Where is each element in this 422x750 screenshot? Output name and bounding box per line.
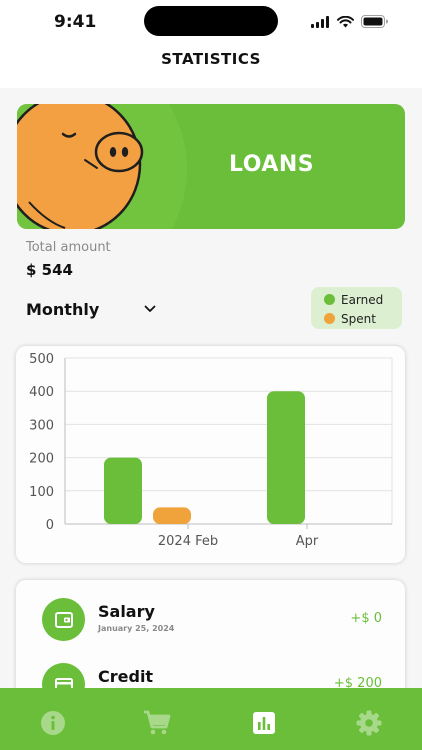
- transaction-name: Salary: [98, 602, 155, 621]
- info-icon: [41, 711, 65, 735]
- legend-label-spent: Spent: [341, 311, 376, 326]
- period-dropdown[interactable]: Monthly: [26, 296, 156, 322]
- legend-dot-earned: [324, 294, 335, 305]
- status-bar: 9:41: [0, 0, 422, 44]
- dynamic-island: [144, 6, 278, 36]
- chevron-down-icon: [144, 305, 156, 312]
- battery-icon: [361, 15, 388, 28]
- nav-item-settings[interactable]: [355, 709, 383, 737]
- y-tick-label: 300: [29, 418, 54, 433]
- bar-chart: 0 100 200 300 400 500 2024 Feb Apr: [29, 352, 393, 549]
- y-tick-label: 0: [46, 518, 54, 533]
- wifi-icon: [337, 15, 354, 27]
- total-amount-label: Total amount: [26, 240, 111, 255]
- y-tick-label: 400: [29, 385, 54, 400]
- y-tick-label: 200: [29, 452, 54, 467]
- transaction-name: Credit: [98, 667, 154, 686]
- banner-title: LOANS: [229, 152, 315, 177]
- page-title: STATISTICS: [161, 50, 261, 68]
- nav-item-cart[interactable]: [143, 709, 171, 737]
- status-time: 9:41: [54, 12, 97, 32]
- y-tick-label: 500: [29, 352, 54, 367]
- status-icons: [311, 15, 388, 28]
- bar-earned: [267, 391, 305, 524]
- legend-item-spent: Spent: [324, 309, 402, 328]
- loans-banner[interactable]: LOANS: [17, 104, 405, 229]
- wallet-icon: [42, 598, 85, 641]
- header: STATISTICS: [0, 44, 422, 88]
- gear-icon: [356, 710, 382, 736]
- chart-legend: Earned Spent: [311, 287, 402, 329]
- chart-card: 0 100 200 300 400 500 2024 Feb Apr: [16, 346, 405, 563]
- bottom-nav: [0, 688, 422, 750]
- cart-icon: [144, 710, 171, 735]
- legend-label-earned: Earned: [341, 292, 384, 307]
- nav-item-info[interactable]: [39, 709, 67, 737]
- list-item[interactable]: Salary January 25, 2024 +$ 0: [16, 598, 405, 658]
- y-tick-label: 100: [29, 485, 54, 500]
- x-tick-label: 2024 Feb: [158, 534, 218, 549]
- total-amount-value: $ 544: [26, 261, 73, 279]
- transaction-date: January 25, 2024: [98, 624, 175, 633]
- piggy-bank-icon: [17, 104, 144, 229]
- legend-item-earned: Earned: [324, 290, 402, 309]
- transaction-amount: +$ 0: [350, 611, 382, 626]
- chart-icon: [253, 712, 275, 734]
- signal-icon: [311, 15, 329, 28]
- bar-spent: [153, 507, 191, 524]
- bar-earned: [104, 457, 142, 524]
- nav-item-statistics[interactable]: [250, 709, 278, 737]
- legend-dot-spent: [324, 313, 335, 324]
- x-tick-label: Apr: [296, 534, 319, 549]
- period-selected-value: Monthly: [26, 299, 100, 319]
